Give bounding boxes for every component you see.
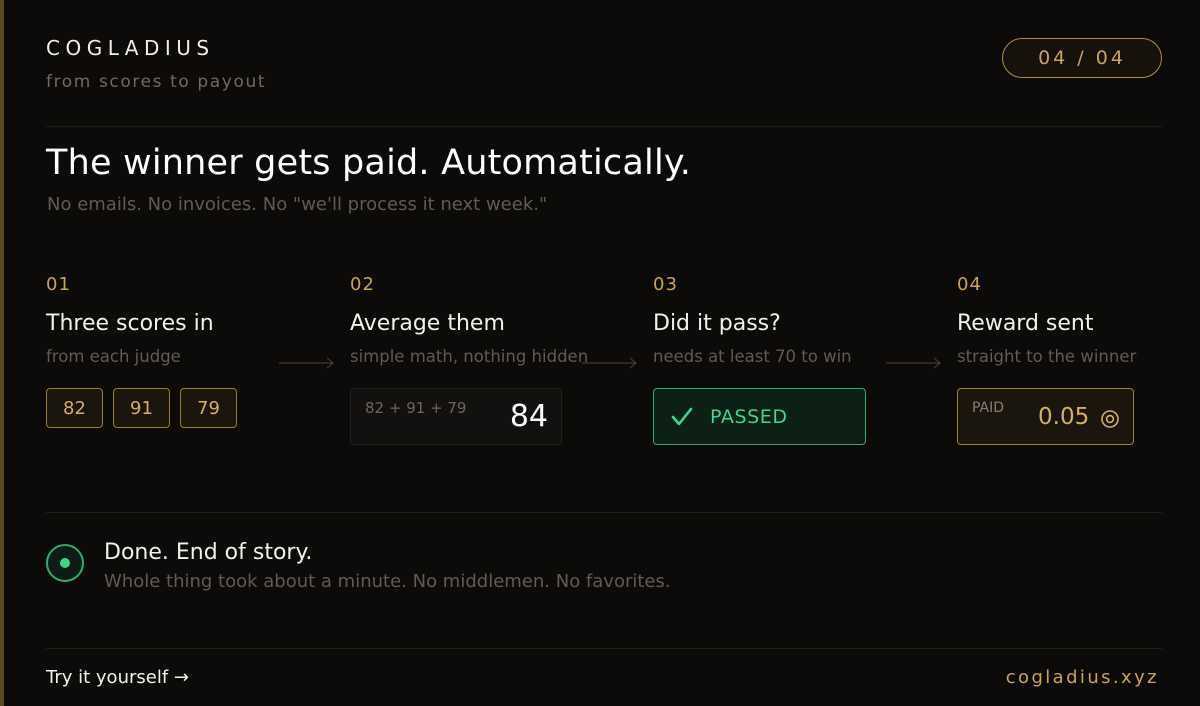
step-description: needs at least 70 to win bbox=[653, 347, 852, 366]
step-description: straight to the winner bbox=[957, 347, 1137, 366]
paid-box: PAID 0.05 bbox=[957, 388, 1134, 445]
page-indicator: 04 / 04 bbox=[1002, 38, 1162, 78]
step-description: from each judge bbox=[46, 347, 181, 366]
arrow-right-icon bbox=[886, 357, 941, 369]
site-url: cogladius.xyz bbox=[1005, 667, 1159, 688]
done-description: Whole thing took about a minute. No midd… bbox=[104, 571, 671, 592]
header-divider bbox=[46, 126, 1162, 127]
coin-icon bbox=[1101, 410, 1119, 428]
done-status-icon bbox=[46, 544, 84, 582]
step-title: Reward sent bbox=[957, 311, 1094, 336]
slide-frame: COGLADIUS from scores to payout 04 / 04 … bbox=[0, 0, 1200, 706]
page-subtitle: No emails. No invoices. No "we'll proces… bbox=[47, 194, 548, 215]
step-reward-sent: 04 Reward sent straight to the winner bbox=[957, 274, 1136, 366]
paid-amount: 0.05 bbox=[1038, 404, 1090, 430]
step-number: 03 bbox=[653, 274, 678, 295]
footer-divider bbox=[46, 648, 1162, 649]
step-title: Did it pass? bbox=[653, 311, 781, 336]
step-scores-in: 01 Three scores in from each judge bbox=[46, 274, 214, 366]
step-number: 02 bbox=[350, 274, 375, 295]
step-number: 01 bbox=[46, 274, 71, 295]
step-average: 02 Average them simple math, nothing hid… bbox=[350, 274, 588, 366]
step-title: Average them bbox=[350, 311, 505, 336]
score-chip: 79 bbox=[180, 388, 237, 428]
arrow-right-icon bbox=[582, 357, 637, 369]
done-status-dot bbox=[60, 558, 70, 568]
passed-label: PASSED bbox=[710, 406, 788, 428]
score-chip: 91 bbox=[113, 388, 170, 428]
score-chip: 82 bbox=[46, 388, 103, 428]
brand-logo: COGLADIUS bbox=[46, 36, 215, 60]
step-pass-check: 03 Did it pass? needs at least 70 to win bbox=[653, 274, 852, 366]
brand-tagline: from scores to payout bbox=[46, 72, 267, 92]
step-number: 04 bbox=[957, 274, 982, 295]
section-divider bbox=[46, 512, 1162, 513]
paid-label: PAID bbox=[972, 400, 1005, 416]
arrow-right-icon bbox=[279, 357, 334, 369]
step-title: Three scores in bbox=[46, 311, 214, 336]
average-result: 84 bbox=[509, 399, 548, 434]
done-title: Done. End of story. bbox=[104, 540, 313, 565]
checkmark-icon bbox=[671, 407, 693, 426]
passed-status-badge: PASSED bbox=[653, 388, 866, 445]
average-box: 82 + 91 + 79 84 bbox=[350, 388, 562, 445]
try-it-link[interactable]: Try it yourself → bbox=[46, 667, 189, 688]
page-title: The winner gets paid. Automatically. bbox=[46, 143, 692, 183]
average-formula: 82 + 91 + 79 bbox=[365, 399, 467, 417]
step-description: simple math, nothing hidden bbox=[350, 347, 589, 366]
